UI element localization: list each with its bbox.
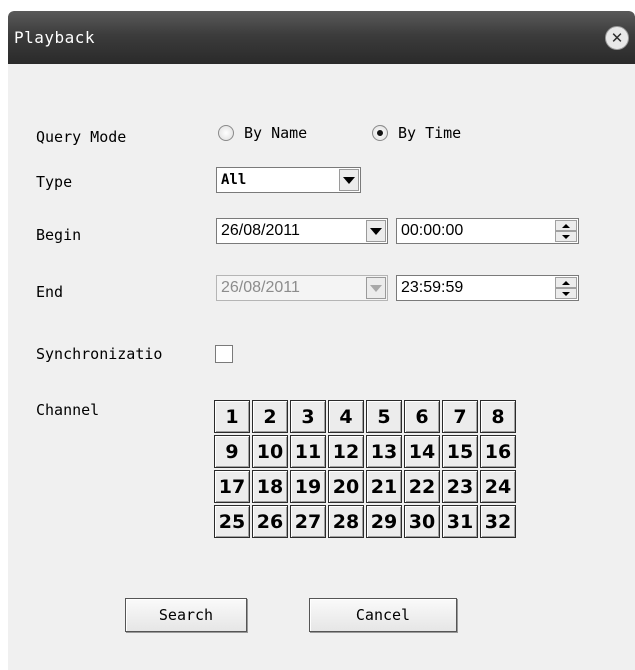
sync-checkbox[interactable] xyxy=(215,345,233,363)
end-date-value: 26/08/2011 xyxy=(221,279,300,296)
channel-button[interactable]: 3 xyxy=(290,400,326,433)
end-time-spinner[interactable] xyxy=(555,277,577,299)
radio-by-name-icon[interactable] xyxy=(218,125,234,141)
end-time-field[interactable]: 23:59:59 xyxy=(396,275,579,301)
channel-button[interactable]: 2 xyxy=(252,400,288,433)
channel-button[interactable]: 10 xyxy=(252,435,288,468)
chevron-down-icon xyxy=(343,176,355,184)
begin-date-value: 26/08/2011 xyxy=(221,222,300,239)
channel-button[interactable]: 27 xyxy=(290,505,326,538)
channel-button[interactable]: 16 xyxy=(480,435,516,468)
channel-button[interactable]: 30 xyxy=(404,505,440,538)
channel-button[interactable]: 29 xyxy=(366,505,402,538)
begin-date-picker[interactable]: 26/08/2011 xyxy=(216,218,388,244)
cancel-button[interactable]: Cancel xyxy=(309,598,457,632)
channel-button[interactable]: 20 xyxy=(328,470,364,503)
type-select[interactable]: All xyxy=(216,167,361,193)
dialog-title: Playback xyxy=(14,28,96,47)
spin-up-icon[interactable] xyxy=(555,220,577,231)
channel-button[interactable]: 5 xyxy=(366,400,402,433)
channel-button[interactable]: 28 xyxy=(328,505,364,538)
spin-down-icon[interactable] xyxy=(555,231,577,242)
type-label: Type xyxy=(36,173,73,191)
spin-up-icon[interactable] xyxy=(555,277,577,288)
channel-button[interactable]: 11 xyxy=(290,435,326,468)
begin-date-dropdown-button[interactable] xyxy=(366,220,386,242)
spin-down-icon[interactable] xyxy=(555,288,577,299)
end-date-dropdown-button xyxy=(366,277,386,299)
channel-button[interactable]: 7 xyxy=(442,400,478,433)
channel-button[interactable]: 32 xyxy=(480,505,516,538)
playback-dialog: Playback ✕ Query Mode By Name By Time Ty… xyxy=(8,11,635,670)
sync-label: Synchronizatio xyxy=(36,345,163,363)
channel-button[interactable]: 21 xyxy=(366,470,402,503)
channel-button[interactable]: 23 xyxy=(442,470,478,503)
search-button[interactable]: Search xyxy=(125,598,247,632)
channel-button[interactable]: 6 xyxy=(404,400,440,433)
channel-button[interactable]: 9 xyxy=(214,435,250,468)
end-date-picker: 26/08/2011 xyxy=(216,275,388,301)
channel-button[interactable]: 14 xyxy=(404,435,440,468)
channel-button[interactable]: 22 xyxy=(404,470,440,503)
radio-by-time-label: By Time xyxy=(398,124,462,142)
end-label: End xyxy=(36,283,64,301)
channel-button[interactable]: 26 xyxy=(252,505,288,538)
begin-time-field[interactable]: 00:00:00 xyxy=(396,218,579,244)
channel-button[interactable]: 12 xyxy=(328,435,364,468)
begin-label: Begin xyxy=(36,226,82,244)
title-bar[interactable]: Playback ✕ xyxy=(8,11,635,64)
end-time-value: 23:59:59 xyxy=(401,279,464,296)
type-dropdown-button[interactable] xyxy=(339,169,359,191)
channel-button[interactable]: 31 xyxy=(442,505,478,538)
chevron-down-icon xyxy=(370,227,382,235)
query-mode-label: Query Mode xyxy=(36,128,127,146)
begin-time-value: 00:00:00 xyxy=(401,222,464,239)
channel-label: Channel xyxy=(36,401,100,419)
channel-button[interactable]: 15 xyxy=(442,435,478,468)
channel-grid: 1 2 3 4 5 6 7 8 9 10 11 12 13 14 15 16 1… xyxy=(214,400,516,538)
channel-button[interactable]: 13 xyxy=(366,435,402,468)
channel-button[interactable]: 24 xyxy=(480,470,516,503)
channel-button[interactable]: 19 xyxy=(290,470,326,503)
type-select-value: All xyxy=(221,172,247,188)
begin-time-spinner[interactable] xyxy=(555,220,577,242)
close-icon[interactable]: ✕ xyxy=(605,26,629,50)
channel-button[interactable]: 8 xyxy=(480,400,516,433)
chevron-down-icon xyxy=(370,284,382,292)
channel-button[interactable]: 25 xyxy=(214,505,250,538)
radio-by-name-label: By Name xyxy=(244,124,308,142)
channel-button[interactable]: 4 xyxy=(328,400,364,433)
radio-by-name[interactable]: By Name xyxy=(218,124,307,142)
radio-by-time[interactable]: By Time xyxy=(372,124,461,142)
channel-button[interactable]: 18 xyxy=(252,470,288,503)
radio-by-time-icon[interactable] xyxy=(372,125,388,141)
channel-button[interactable]: 17 xyxy=(214,470,250,503)
channel-button[interactable]: 1 xyxy=(214,400,250,433)
